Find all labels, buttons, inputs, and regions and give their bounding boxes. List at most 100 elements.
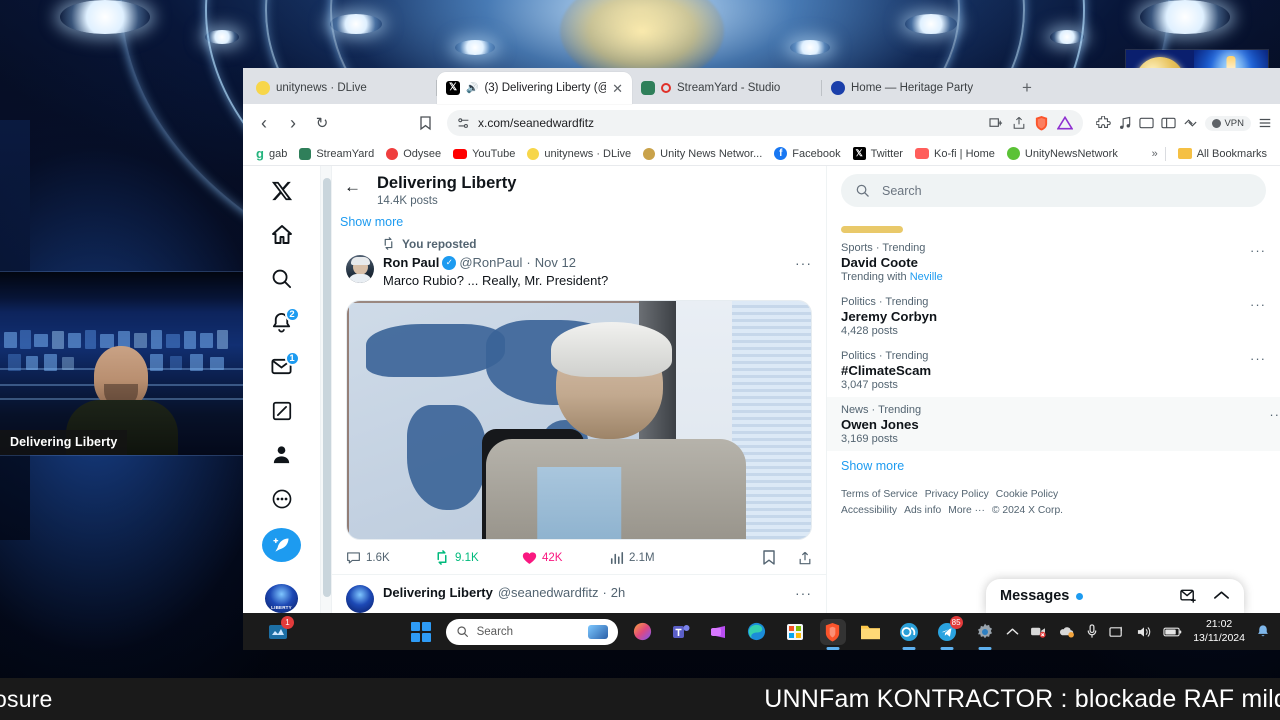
post-handle[interactable]: @seanedwardfitz [498, 585, 599, 600]
reload-icon[interactable]: ↻ [309, 110, 335, 136]
trend-more-button[interactable]: ·· [1269, 407, 1280, 422]
trend-more-button[interactable]: ··· [1250, 351, 1266, 366]
telegram-icon[interactable]: 85 [934, 615, 963, 650]
post-time[interactable]: 2h [611, 585, 625, 600]
x-logo-icon[interactable] [263, 174, 301, 207]
post-more-button[interactable]: ··· [795, 255, 812, 271]
post-more-button[interactable]: ··· [795, 585, 812, 601]
trends-show-more-link[interactable]: Show more [841, 451, 1266, 487]
browser-tab-streamyard[interactable]: StreamYard - Studio [632, 72, 822, 104]
footer-link-more[interactable]: More ··· [948, 505, 985, 516]
browser-tab-heritage-party[interactable]: Home — Heritage Party [822, 72, 1012, 104]
trend-item-climatescam[interactable]: Politics · Trending #ClimateScam 3,047 p… [841, 343, 1266, 397]
obs-icon[interactable] [896, 619, 922, 650]
trend-meta-highlight[interactable]: Neville [910, 271, 943, 283]
file-explorer-icon[interactable] [858, 619, 884, 645]
settings-icon[interactable] [972, 619, 998, 650]
store-icon[interactable] [782, 619, 808, 645]
camera-off-icon[interactable] [1030, 625, 1047, 638]
close-icon[interactable]: ✕ [612, 82, 623, 95]
new-message-icon[interactable] [1180, 588, 1197, 604]
messages-icon[interactable]: 1 [263, 350, 301, 383]
browser-menu-icon[interactable] [1258, 116, 1272, 130]
battery-icon[interactable] [1163, 626, 1182, 638]
bookmark-odysee[interactable]: Odysee [381, 146, 446, 162]
trend-item-david-coote[interactable]: Sports · Trending David Coote Trending w… [841, 235, 1266, 289]
views-action[interactable]: 2.1M [610, 551, 698, 565]
chevron-up-icon[interactable] [1213, 589, 1230, 603]
chevron-up-icon[interactable] [1006, 626, 1019, 637]
bookmark-action[interactable] [762, 549, 776, 566]
notifications-icon[interactable]: 2 [263, 306, 301, 339]
profile-icon[interactable] [263, 438, 301, 471]
bookmarks-overflow-icon[interactable]: » [1152, 148, 1158, 160]
microphone-icon[interactable] [1086, 624, 1098, 639]
bookmark-unitynews-dlive[interactable]: unitynews · DLive [522, 146, 636, 162]
post-handle[interactable]: @RonPaul [459, 255, 522, 270]
bookmark-streamyard[interactable]: StreamYard [294, 146, 379, 162]
split-view-icon[interactable] [989, 117, 1004, 130]
triangle-extension-icon[interactable] [1057, 116, 1074, 130]
trend-item-jeremy-corbyn[interactable]: Politics · Trending Jeremy Corbyn 4,428 … [841, 289, 1266, 343]
post-card[interactable]: Delivering Liberty @seanedwardfitz · 2h … [332, 573, 826, 613]
avatar[interactable] [346, 584, 374, 613]
sync-icon[interactable] [1183, 116, 1198, 130]
post-media-image[interactable] [346, 299, 812, 540]
edge-icon[interactable] [744, 619, 770, 645]
taskbar-clock[interactable]: 21:02 13/11/2024 [1193, 618, 1245, 645]
reading-list-icon[interactable] [1161, 116, 1177, 130]
teams-icon[interactable] [668, 619, 694, 645]
share-icon[interactable] [1012, 116, 1026, 130]
footer-link-privacy[interactable]: Privacy Policy [925, 489, 989, 500]
onedrive-icon[interactable] [1058, 625, 1075, 638]
grok-icon[interactable] [263, 394, 301, 427]
avatar[interactable] [346, 254, 374, 283]
reply-action[interactable]: 1.6K [346, 550, 434, 565]
bookmark-youtube[interactable]: YouTube [448, 146, 520, 162]
compose-post-button[interactable] [262, 528, 301, 563]
bookmark-twitter[interactable]: 𝕏 Twitter [848, 145, 908, 162]
trend-more-button[interactable]: ··· [1250, 297, 1266, 312]
forward-icon[interactable]: › [280, 110, 306, 136]
volume-icon[interactable] [1136, 625, 1152, 639]
footer-link-accessibility[interactable]: Accessibility [841, 505, 897, 516]
messages-dock[interactable]: Messages [986, 579, 1244, 613]
content-scrollbar[interactable] [320, 166, 332, 613]
bookmark-gab[interactable]: g gab [251, 144, 292, 163]
scrollbar-thumb[interactable] [323, 178, 331, 597]
post-author[interactable]: Delivering Liberty [383, 585, 493, 600]
post-author[interactable]: Ron Paul [383, 255, 439, 270]
share-action[interactable] [798, 550, 812, 566]
back-icon[interactable]: ‹ [251, 110, 277, 136]
brave-shields-icon[interactable] [1034, 115, 1049, 131]
clipchamp-icon[interactable] [706, 619, 732, 645]
like-action[interactable]: 42K [522, 551, 610, 565]
trend-item-owen-jones[interactable]: News · Trending Owen Jones 3,169 posts ·… [827, 397, 1280, 451]
back-icon[interactable]: ← [344, 177, 361, 197]
brave-icon[interactable] [819, 618, 846, 650]
tab-search-icon[interactable] [1139, 116, 1155, 130]
speaker-icon[interactable]: 🔊 [466, 83, 478, 94]
account-avatar[interactable]: LIBERTY [265, 584, 298, 613]
show-more-link[interactable]: Show more [332, 207, 826, 229]
post-date[interactable]: Nov 12 [535, 255, 576, 270]
new-tab-button[interactable]: + [1012, 78, 1042, 104]
bookmark-unity-news-network[interactable]: Unity News Networ... [638, 146, 767, 162]
display-icon[interactable] [1109, 625, 1125, 639]
bookmark-kofi[interactable]: Ko-fi | Home [910, 146, 1000, 162]
obs-stream-icon[interactable]: 1 [265, 615, 294, 645]
trend-more-button[interactable]: ··· [1250, 243, 1266, 258]
taskbar-search-input[interactable]: Search [445, 618, 618, 645]
search-icon[interactable] [263, 262, 301, 295]
search-input[interactable]: Search [841, 174, 1266, 207]
repost-action[interactable]: 9.1K [434, 550, 522, 565]
address-bar[interactable]: x.com/seanedwardfitz [447, 110, 1084, 136]
home-icon[interactable] [263, 218, 301, 251]
footer-link-cookie[interactable]: Cookie Policy [996, 489, 1058, 500]
bell-icon[interactable] [1256, 624, 1270, 639]
post-card[interactable]: You reposted Ron Paul ✓ @RonPaul · Nov 1… [332, 229, 826, 574]
all-bookmarks-button[interactable]: All Bookmarks [1173, 146, 1272, 162]
footer-link-terms[interactable]: Terms of Service [841, 489, 918, 500]
vpn-button[interactable]: VPN [1205, 115, 1251, 131]
bookmark-icon[interactable] [412, 110, 438, 136]
